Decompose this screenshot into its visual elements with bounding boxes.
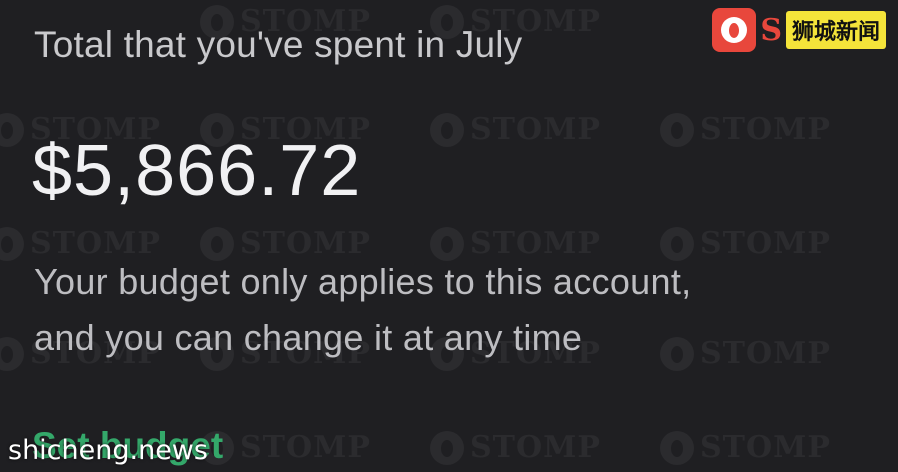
budget-note-line: and you can change it at any time [34,317,583,358]
logo-chinese-title: 狮城新闻 [785,11,886,49]
budget-content: Total that you've spent in July $5,866.7… [0,0,898,472]
site-logo: S 狮城新闻 [712,8,886,52]
budget-note-line: Your budget only applies to this account… [34,261,692,302]
logo-letter: S [760,12,782,48]
spent-amount: $5,866.72 [32,131,362,211]
budget-note: Your budget only applies to this account… [34,254,854,366]
site-domain-watermark: shicheng.news [8,435,208,466]
footprint-logo-icon [712,8,757,52]
budget-screen: STOMP STOMP STOMP STOMP STOMP STOMP STOM… [0,0,898,472]
spent-heading: Total that you've spent in July [34,24,523,65]
